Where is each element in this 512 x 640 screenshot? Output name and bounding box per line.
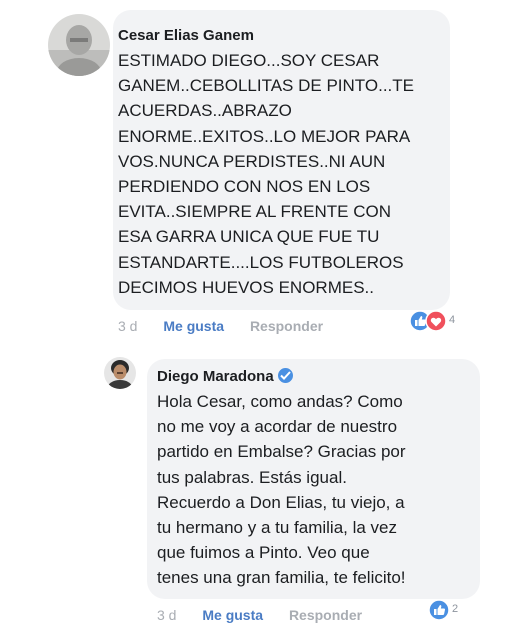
reply-line: partido en Embalse? Gracias por [157, 442, 406, 462]
comment-reaction-count: 4 [449, 314, 456, 326]
comment-line: ENORME..EXITOS..LO MEJOR PARA [118, 126, 411, 146]
love-icon [425, 310, 447, 332]
comment-line: ACUERDAS..ABRAZO [118, 101, 292, 121]
comment-line: ESA GARRA UNICA QUE FUE TU [118, 227, 380, 247]
reply-line: no me voy a acordar de nuestro [157, 417, 398, 437]
reply-author-name[interactable]: Diego Maradona [157, 368, 274, 385]
comment-actions: 3 d Me gusta Responder [118, 318, 323, 334]
reply-line: Hola Cesar, como andas? Como [157, 392, 403, 411]
avatar-diego[interactable] [104, 357, 136, 389]
comment-line: GANEM..CEBOLLITAS DE PINTO...TE [118, 76, 414, 96]
comment-like-button[interactable]: Me gusta [163, 318, 224, 334]
reply-like-button[interactable]: Me gusta [202, 607, 263, 623]
like-icon [428, 599, 450, 621]
comment-time[interactable]: 3 d [118, 318, 137, 334]
reply-text: Hola Cesar, como andas? Como no me voy a… [157, 389, 406, 591]
avatar-cesar[interactable] [48, 14, 110, 76]
reply-reaction-count: 2 [452, 603, 459, 615]
reply-author[interactable]: Diego Maradona [157, 368, 293, 385]
comment-line: PERDIENDO CON NOS EN LOS [118, 177, 371, 197]
reply-reply-button[interactable]: Responder [289, 607, 362, 623]
reply-line: tenes una gran familia, te felicito! [157, 568, 406, 588]
reply-actions: 3 d Me gusta Responder [157, 607, 362, 623]
comment-reply-button[interactable]: Responder [250, 318, 323, 334]
comment-line: ESTIMADO DIEGO...SOY CESAR [118, 51, 380, 70]
reply-time[interactable]: 3 d [157, 607, 176, 623]
reply-line: Recuerdo a Don Elias, tu viejo, a [157, 492, 405, 512]
comment-author[interactable]: Cesar Elias Ganem [118, 27, 254, 44]
reply-line: tus palabras. Estás igual. [157, 467, 347, 487]
reply-reactions[interactable]: 2 [428, 599, 462, 621]
comment-line: ESTANDARTE....LOS FUTBOLEROS [118, 252, 404, 272]
verified-badge-icon [277, 368, 293, 383]
comment-line: VOS.NUNCA PERDISTES..NI AUN [118, 151, 386, 171]
reply-line: que fuimos a Pinto. Veo que [157, 543, 370, 563]
comment-reactions[interactable]: 4 [409, 310, 459, 332]
comment-text: ESTIMADO DIEGO...SOY CESAR GANEM..CEBOLL… [118, 48, 414, 300]
reply-line: tu hermano y a tu familia, la vez [157, 518, 398, 538]
comment-line: DECIMOS HUEVOS ENORMES.. [118, 277, 374, 297]
comment-line: EVITA..SIEMPRE AL FRENTE CON [118, 202, 391, 222]
